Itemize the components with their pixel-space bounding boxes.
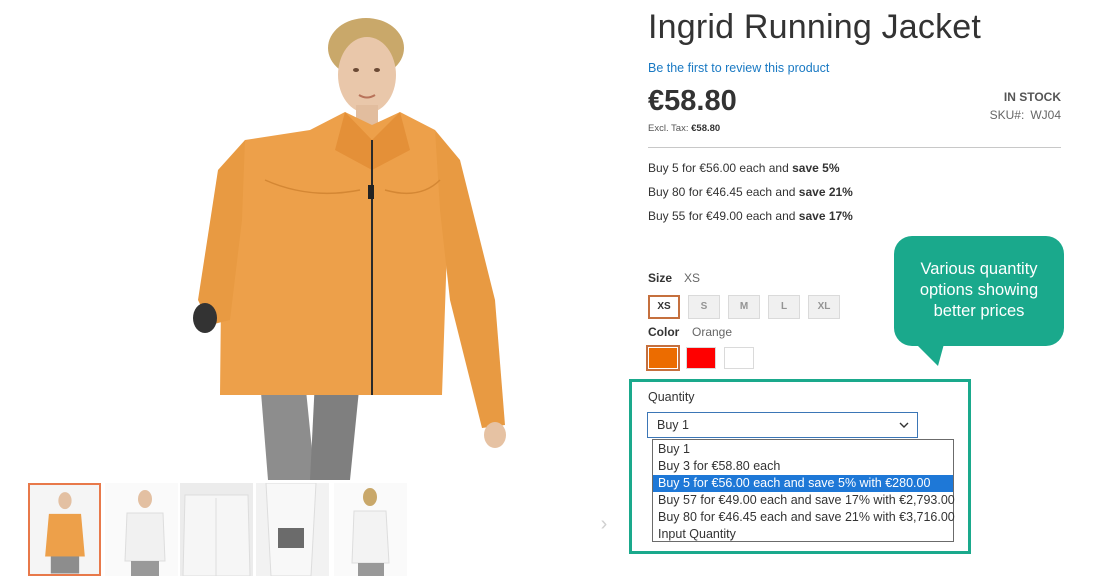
size-swatch-xs[interactable]: XS bbox=[648, 295, 680, 319]
thumbnail-white-jacket-side[interactable] bbox=[334, 483, 407, 576]
size-swatch-m[interactable]: M bbox=[728, 295, 760, 319]
chevron-down-icon bbox=[899, 422, 909, 428]
quantity-option[interactable]: Buy 80 for €46.45 each and save 21% with… bbox=[653, 509, 955, 526]
excl-tax-value: €58.80 bbox=[691, 123, 721, 134]
tier-price-item: Buy 5 for €56.00 each and save 5% bbox=[648, 160, 853, 184]
stock-status: IN STOCK bbox=[1003, 90, 1061, 104]
size-label: Size bbox=[648, 271, 673, 285]
sku-value: WJ04 bbox=[1030, 108, 1061, 122]
quantity-option[interactable]: Buy 57 for €49.00 each and save 17% with… bbox=[653, 492, 955, 509]
callout-line: options showing bbox=[919, 281, 1039, 299]
color-swatch-red[interactable] bbox=[686, 347, 716, 369]
tier-price-save: save 21% bbox=[798, 185, 853, 199]
tier-price-text: Buy 5 for €56.00 each and bbox=[648, 161, 789, 175]
tier-price-save: save 17% bbox=[798, 209, 853, 223]
quantity-label: Quantity bbox=[648, 390, 695, 404]
divider bbox=[648, 147, 1061, 148]
size-selected-value: XS bbox=[684, 271, 701, 285]
product-title: Ingrid Running Jacket bbox=[648, 8, 982, 46]
callout-line: better prices bbox=[933, 302, 1025, 320]
quantity-selected-value: Buy 1 bbox=[657, 418, 689, 432]
size-swatch-s[interactable]: S bbox=[688, 295, 720, 319]
size-swatches: XS S M L XL bbox=[648, 295, 840, 319]
tier-price-item: Buy 80 for €46.45 each and save 21% bbox=[648, 184, 853, 208]
excl-tax-label: Excl. Tax: bbox=[648, 123, 689, 134]
quantity-option-highlighted[interactable]: Buy 5 for €56.00 each and save 5% with €… bbox=[653, 475, 953, 492]
thumbnail-strip bbox=[28, 483, 428, 576]
thumbnail-white-jacket-back[interactable] bbox=[180, 483, 253, 576]
annotation-callout: Various quantity options showing better … bbox=[894, 236, 1064, 346]
quantity-select[interactable]: Buy 1 bbox=[647, 412, 918, 438]
tier-price-text: Buy 80 for €46.45 each and bbox=[648, 185, 796, 199]
tier-price-item: Buy 55 for €49.00 each and save 17% bbox=[648, 208, 853, 232]
size-swatch-xl[interactable]: XL bbox=[808, 295, 840, 319]
thumbnail-orange-jacket[interactable] bbox=[28, 483, 101, 576]
thumbnail-cuff-detail[interactable] bbox=[256, 483, 329, 576]
tier-price-list: Buy 5 for €56.00 each and save 5% Buy 80… bbox=[648, 160, 853, 232]
sku-label: SKU#: bbox=[989, 108, 1025, 122]
excl-tax-price: Excl. Tax: €58.80 bbox=[648, 123, 720, 134]
main-product-image[interactable] bbox=[110, 0, 530, 480]
product-price: €58.80 bbox=[648, 85, 737, 117]
quantity-option[interactable]: Buy 3 for €58.80 each bbox=[653, 458, 953, 475]
color-selected-value: Orange bbox=[692, 325, 733, 339]
quantity-option[interactable]: Input Quantity bbox=[653, 526, 953, 543]
callout-pointer bbox=[915, 344, 953, 366]
color-swatches bbox=[646, 345, 754, 371]
tier-price-text: Buy 55 for €49.00 each and bbox=[648, 209, 796, 223]
color-swatch-orange[interactable] bbox=[646, 345, 680, 371]
chevron-right-icon[interactable]: › bbox=[597, 512, 611, 536]
quantity-option[interactable]: Buy 1 bbox=[653, 441, 953, 458]
review-link[interactable]: Be the first to review this product bbox=[648, 61, 829, 75]
tier-price-save: save 5% bbox=[792, 161, 840, 175]
color-swatch-white[interactable] bbox=[724, 347, 754, 369]
thumbnail-white-jacket-front[interactable] bbox=[105, 483, 178, 576]
sku: SKU#: WJ04 bbox=[990, 108, 1061, 122]
color-label: Color bbox=[648, 325, 680, 339]
size-swatch-l[interactable]: L bbox=[768, 295, 800, 319]
callout-line: Various quantity bbox=[920, 260, 1038, 278]
quantity-dropdown-list: Buy 1 Buy 3 for €58.80 each Buy 5 for €5… bbox=[652, 439, 955, 543]
